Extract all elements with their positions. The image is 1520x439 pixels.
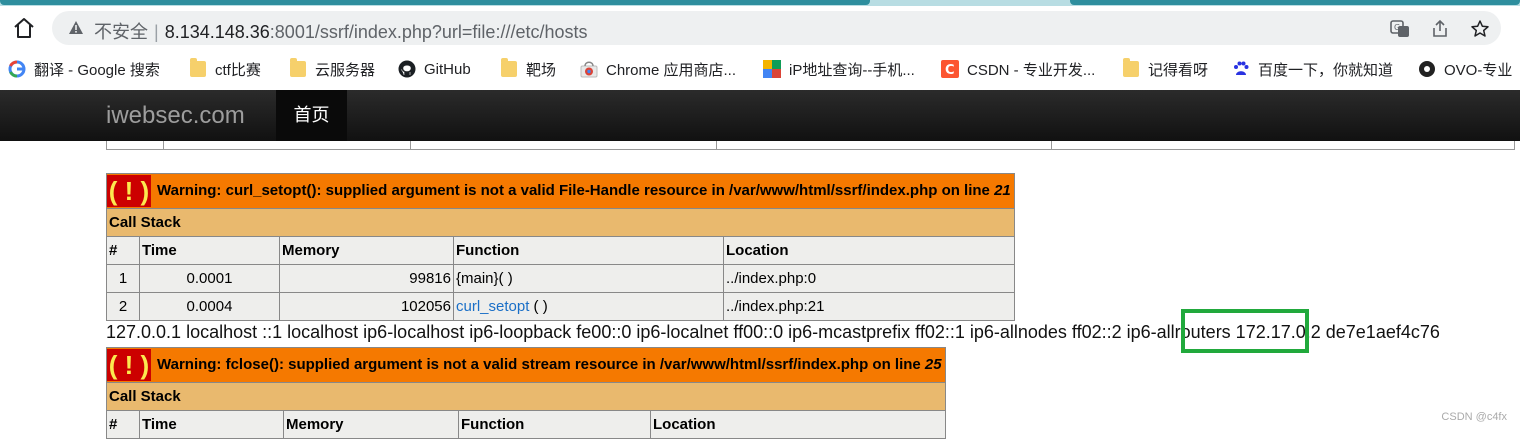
call-stack-header: Call Stack — [106, 208, 1015, 237]
baidu-icon — [1234, 61, 1249, 75]
share-icon[interactable] — [1430, 19, 1450, 39]
bookmark-label: iP地址查询--手机... — [789, 61, 915, 79]
bookmark-google-translate[interactable]: 翻译 - Google 搜索 — [8, 58, 160, 80]
github-icon — [398, 60, 416, 78]
home-icon[interactable] — [12, 16, 36, 40]
bookmark-label: GitHub — [424, 60, 471, 78]
site-brand[interactable]: iwebsec.com — [106, 102, 245, 130]
bookmark-chrome-webstore[interactable]: Chrome 应用商店... — [580, 58, 736, 80]
bookmark-label: CSDN - 专业开发... — [967, 61, 1096, 79]
exclamation-icon: ( ! ) — [107, 349, 151, 381]
function-parens: ( ) — [529, 298, 548, 315]
bookmark-folder-cloud[interactable]: 云服务器 — [290, 58, 375, 80]
column-header: Function — [453, 236, 724, 265]
bookmarks-bar: 翻译 - Google 搜索 ctf比赛 云服务器 GitHub 靶场 Chro… — [0, 50, 1520, 90]
column-header: # — [106, 236, 140, 265]
call-stack-label: Call Stack — [106, 382, 946, 411]
row-number: 2 — [106, 292, 140, 321]
column-header: Location — [723, 236, 1015, 265]
column-header: Memory — [283, 410, 459, 439]
xdebug-warning-table: ( ! ) Warning: curl_setopt(): supplied ar… — [106, 173, 1015, 321]
folder-icon — [290, 58, 306, 77]
warning-text: Warning: curl_setopt(): supplied argumen… — [157, 181, 995, 199]
bookmark-github[interactable]: GitHub — [398, 58, 471, 80]
function-doc-link[interactable]: curl_setopt — [456, 298, 529, 315]
bookmark-folder-ctf[interactable]: ctf比赛 — [190, 58, 261, 80]
row-function: curl_setopt ( ) — [453, 292, 724, 321]
warning-line-number: 21 — [994, 181, 1011, 199]
not-secure-warning-icon[interactable] — [68, 20, 84, 36]
warning-line-number: 25 — [924, 355, 942, 373]
row-memory: 102056 — [279, 292, 454, 321]
tab-edge — [1070, 0, 1520, 5]
row-number: 1 — [106, 264, 140, 293]
previous-table-remnant — [106, 141, 1515, 150]
ip-query-icon — [763, 60, 781, 78]
row-time: 0.0001 — [139, 264, 280, 293]
call-stack-columns: # Time Memory Function Location — [106, 410, 946, 439]
bookmark-star-icon[interactable] — [1470, 19, 1490, 39]
bookmark-ovo[interactable]: OVO-专业 — [1418, 58, 1512, 80]
chrome-webstore-icon — [580, 61, 598, 78]
url-text[interactable]: 不安全 | 8.134.148.36:8001/ssrf/index.php?url… — [94, 18, 587, 44]
translate-icon[interactable]: G — [1390, 19, 1410, 39]
warning-header: ( ! ) Warning: curl_setopt(): supplied ar… — [106, 173, 1015, 209]
url-host: 8.134.148.36 — [164, 22, 270, 42]
column-header: Time — [139, 410, 284, 439]
bookmark-csdn[interactable]: C CSDN - 专业开发... — [941, 58, 1095, 80]
row-location: ../index.php:21 — [723, 292, 1015, 321]
active-tab-edge — [0, 0, 870, 5]
bookmark-baidu[interactable]: 百度一下，你就知道 — [1232, 58, 1393, 80]
google-icon — [8, 60, 26, 78]
call-stack-header: Call Stack — [106, 382, 946, 411]
ip-highlight-box — [1181, 309, 1309, 353]
bookmark-label: 靶场 — [526, 61, 557, 79]
table-row: 2 0.0004 102056 curl_setopt ( ) ../index… — [106, 292, 1015, 321]
xdebug-warning-table: ( ! ) Warning: fclose(): supplied argumen… — [106, 347, 946, 439]
url-port: :8001 — [269, 22, 315, 42]
column-header: # — [106, 410, 140, 439]
column-header: Memory — [279, 236, 454, 265]
folder-icon — [501, 58, 517, 77]
column-header: Function — [458, 410, 651, 439]
bookmark-label: 云服务器 — [315, 61, 376, 79]
bookmark-label: Chrome 应用商店... — [606, 61, 737, 79]
ovo-icon — [1419, 61, 1435, 77]
call-stack-label: Call Stack — [106, 208, 1015, 237]
bookmark-label: 记得看呀 — [1148, 61, 1209, 79]
bookmark-folder-remember[interactable]: 记得看呀 — [1123, 58, 1208, 80]
bookmark-label: 翻译 - Google 搜索 — [34, 61, 160, 79]
table-row: 1 0.0001 99816 {main}( ) ../index.php:0 — [106, 264, 1015, 293]
nav-home-link[interactable]: 首页 — [276, 90, 347, 141]
column-header: Location — [650, 410, 946, 439]
address-bar[interactable]: 不安全 | 8.134.148.36:8001/ssrf/index.php?url… — [52, 11, 1501, 45]
csdn-icon: C — [941, 60, 959, 78]
watermark: CSDN @c4fx — [1441, 411, 1507, 423]
svg-text:G: G — [1394, 23, 1400, 32]
browser-toolbar: 不安全 | 8.134.148.36:8001/ssrf/index.php?url… — [0, 6, 1520, 50]
bookmark-label: 百度一下，你就知道 — [1258, 61, 1394, 79]
folder-icon — [190, 58, 206, 77]
warning-message: ( ! ) Warning: fclose(): supplied argumen… — [106, 347, 946, 383]
bookmark-folder-range[interactable]: 靶场 — [501, 58, 556, 80]
bookmark-ip-query[interactable]: iP地址查询--手机... — [763, 58, 915, 80]
row-memory: 99816 — [279, 264, 454, 293]
warning-header: ( ! ) Warning: fclose(): supplied argumen… — [106, 347, 946, 383]
site-navbar: iwebsec.com 首页 — [0, 90, 1520, 141]
exclamation-icon: ( ! ) — [107, 175, 151, 207]
row-location: ../index.php:0 — [723, 264, 1015, 293]
url-separator: | — [154, 22, 159, 42]
warning-text: Warning: fclose(): supplied argument is … — [157, 355, 925, 373]
folder-icon — [1123, 58, 1139, 77]
row-time: 0.0004 — [139, 292, 280, 321]
call-stack-columns: # Time Memory Function Location — [106, 236, 1015, 265]
column-header: Time — [139, 236, 280, 265]
insecure-label: 不安全 — [94, 22, 148, 42]
warning-message: ( ! ) Warning: curl_setopt(): supplied ar… — [106, 173, 1015, 209]
bookmark-label: ctf比赛 — [215, 61, 261, 79]
row-function: {main}( ) — [453, 264, 724, 293]
url-path: /ssrf/index.php?url=file:///etc/hosts — [314, 22, 588, 42]
svg-text:C: C — [945, 63, 955, 78]
bookmark-label: OVO-专业 — [1444, 61, 1513, 79]
